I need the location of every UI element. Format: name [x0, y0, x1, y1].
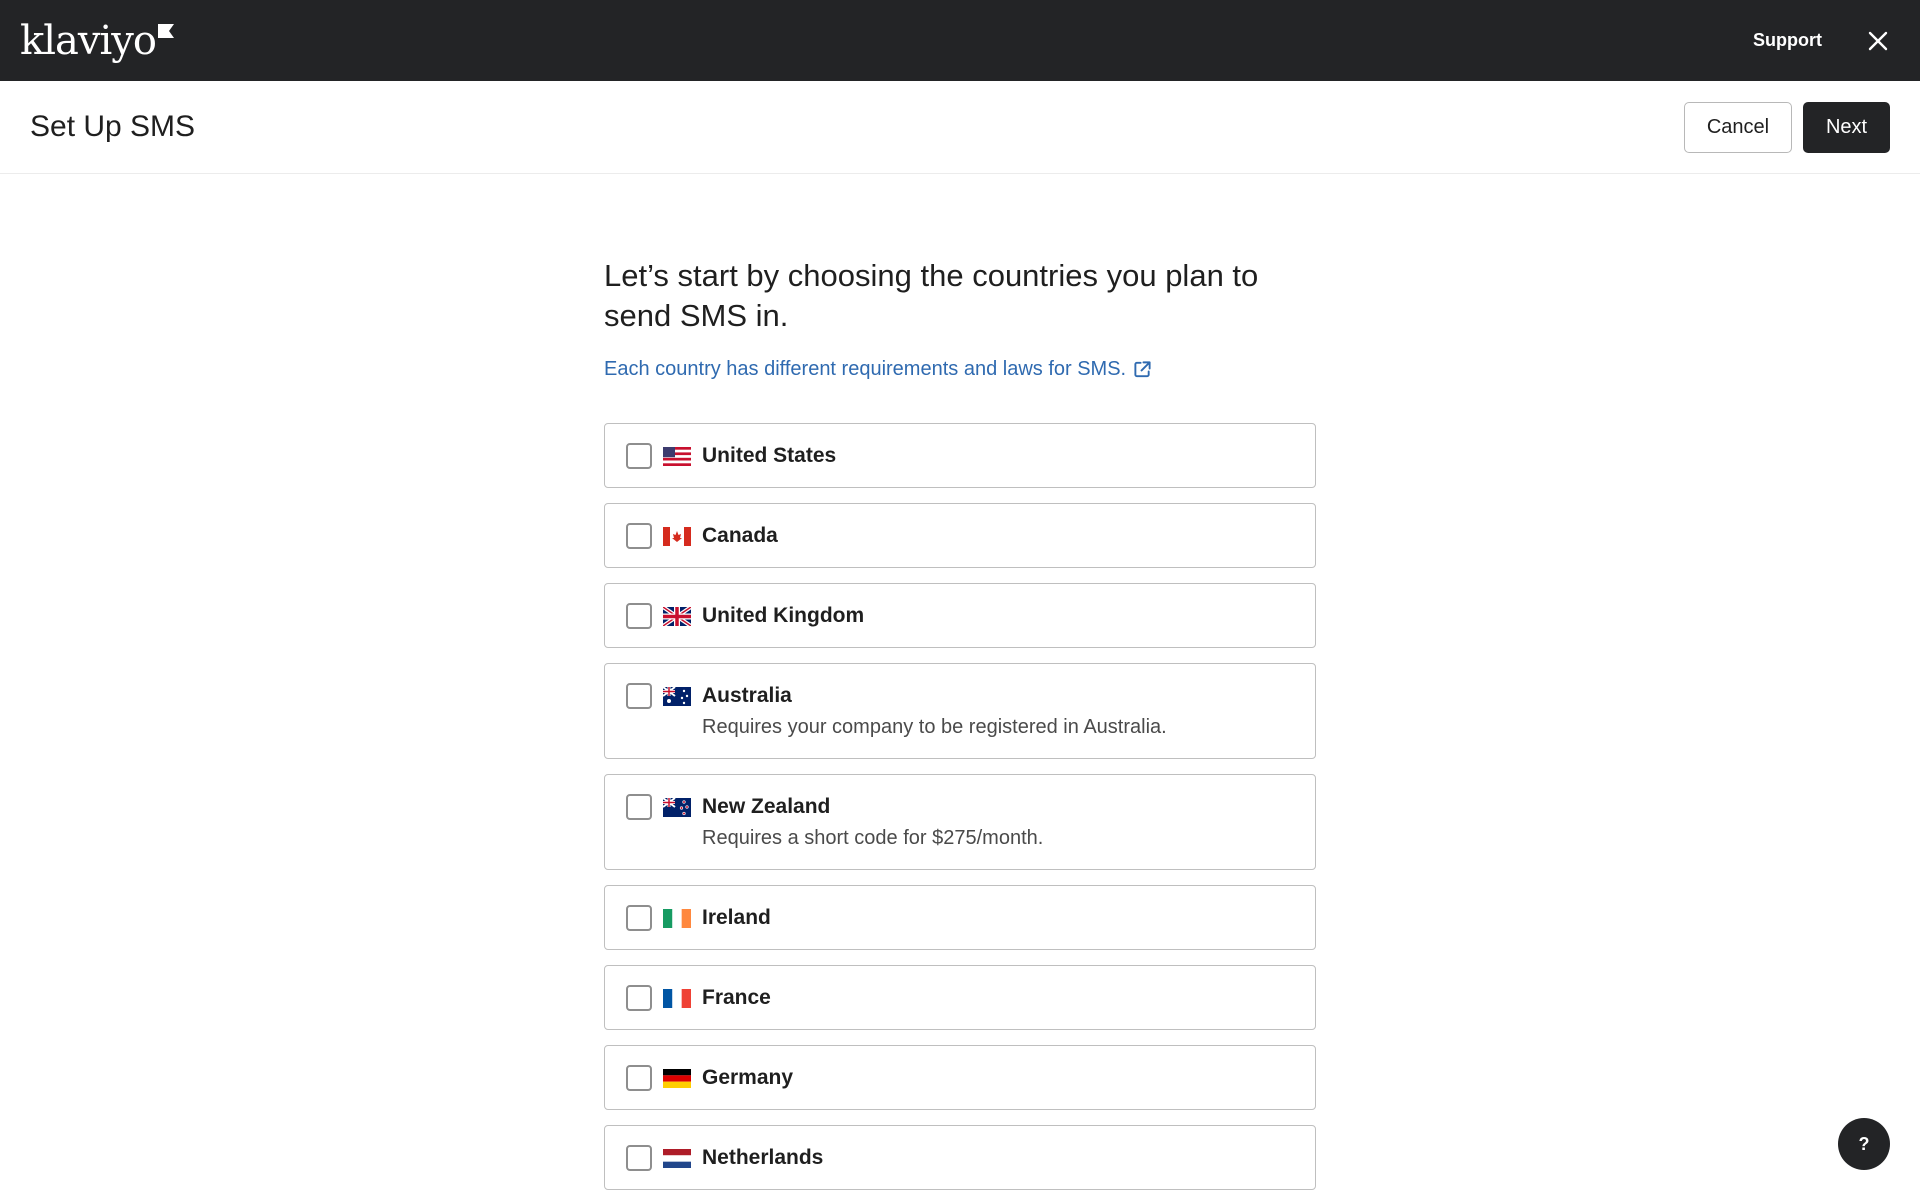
help-button[interactable]: ?	[1838, 1118, 1890, 1170]
australia-flag-icon	[663, 687, 691, 706]
new-zealand-checkbox[interactable]	[626, 794, 652, 820]
country-option-united-states[interactable]: United States	[604, 423, 1316, 488]
canada-checkbox[interactable]	[626, 523, 652, 549]
netherlands-checkbox[interactable]	[626, 1145, 652, 1171]
country-text: Australia Requires your company to be re…	[702, 683, 1167, 740]
country-name: United States	[702, 444, 837, 467]
country-text: New Zealand Requires a short code for $2…	[702, 794, 1043, 851]
netherlands-flag-icon	[663, 1149, 691, 1168]
country-option-australia[interactable]: Australia Requires your company to be re…	[604, 663, 1316, 759]
germany-flag-icon	[663, 1069, 691, 1088]
country-name: United Kingdom	[702, 604, 865, 627]
country-name: France	[702, 986, 771, 1009]
header-actions: Cancel Next	[1684, 101, 1890, 153]
united-kingdom-checkbox[interactable]	[626, 603, 652, 629]
country-text: United Kingdom	[702, 603, 864, 629]
external-link-icon	[1134, 361, 1151, 378]
canada-flag-icon	[663, 527, 691, 546]
country-option-france[interactable]: France	[604, 965, 1316, 1030]
close-button[interactable]	[1864, 27, 1892, 55]
top-bar-actions: Support	[1753, 27, 1892, 55]
support-link[interactable]: Support	[1753, 30, 1822, 51]
country-option-germany[interactable]: Germany	[604, 1045, 1316, 1110]
country-text: Ireland	[702, 905, 771, 931]
country-option-new-zealand[interactable]: New Zealand Requires a short code for $2…	[604, 774, 1316, 870]
uk-flag-icon	[663, 607, 691, 626]
australia-checkbox[interactable]	[626, 683, 652, 709]
country-name: New Zealand	[702, 795, 831, 818]
us-flag-icon	[663, 447, 691, 466]
country-name: Canada	[702, 524, 778, 547]
requirements-link-label: Each country has different requirements …	[604, 358, 1127, 380]
logo-text: klaviyo	[20, 17, 157, 64]
country-requirement-note: Requires your company to be registered i…	[702, 716, 1167, 738]
klaviyo-logo[interactable]: klaviyo	[20, 21, 174, 61]
requirements-link[interactable]: Each country has different requirements …	[604, 358, 1152, 381]
cancel-button[interactable]: Cancel	[1684, 101, 1792, 153]
france-flag-icon	[663, 989, 691, 1008]
top-bar: klaviyo Support	[0, 0, 1920, 81]
country-text: United States	[702, 443, 836, 469]
logo-flag-icon	[157, 23, 174, 38]
country-list: United States Canada United Kingdom Aust…	[604, 423, 1316, 1190]
country-text: Canada	[702, 523, 778, 549]
page-header: Set Up SMS Cancel Next	[0, 81, 1920, 174]
country-requirement-note: Requires a short code for $275/month.	[702, 827, 1044, 849]
country-option-united-kingdom[interactable]: United Kingdom	[604, 583, 1316, 648]
next-button[interactable]: Next	[1803, 101, 1890, 153]
country-name: Germany	[702, 1066, 794, 1089]
country-option-canada[interactable]: Canada	[604, 503, 1316, 568]
france-checkbox[interactable]	[626, 985, 652, 1011]
country-name: Ireland	[702, 906, 771, 929]
headline: Let’s start by choosing the countries yo…	[604, 258, 1259, 333]
united-states-checkbox[interactable]	[626, 443, 652, 469]
country-text: Germany	[702, 1065, 793, 1091]
main-content: Let’s start by choosing the countries yo…	[604, 256, 1316, 1190]
new-zealand-flag-icon	[663, 798, 691, 817]
ireland-checkbox[interactable]	[626, 905, 652, 931]
close-icon	[1868, 31, 1888, 50]
ireland-flag-icon	[663, 909, 691, 928]
country-name: Australia	[702, 684, 792, 707]
germany-checkbox[interactable]	[626, 1065, 652, 1091]
country-option-netherlands[interactable]: Netherlands	[604, 1125, 1316, 1190]
country-name: Netherlands	[702, 1146, 824, 1169]
page-title: Set Up SMS	[30, 110, 196, 143]
country-text: Netherlands	[702, 1145, 823, 1171]
country-text: France	[702, 985, 771, 1011]
country-option-ireland[interactable]: Ireland	[604, 885, 1316, 950]
